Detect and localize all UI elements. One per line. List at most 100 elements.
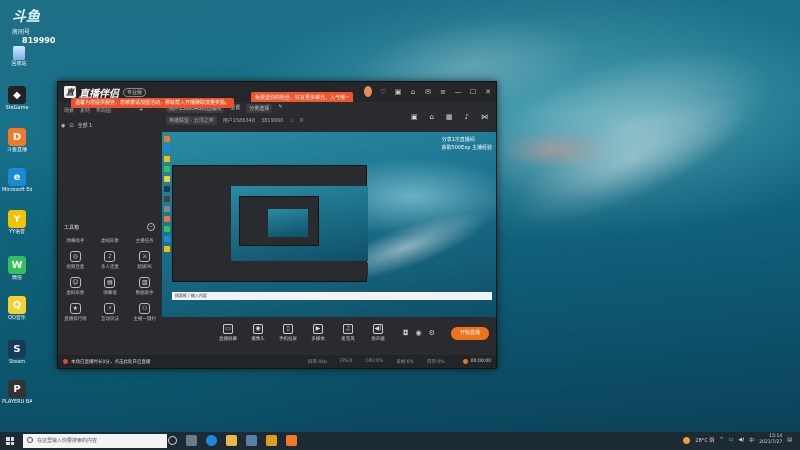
toolbox-item-label: 虚拟形象 xyxy=(66,291,85,296)
source-tool-button[interactable]: ▭ 直播屏幕 xyxy=(218,324,238,342)
douyu-logo-text: 斗鱼 xyxy=(12,9,40,25)
desktop-icon-label: YY语音 xyxy=(8,229,26,235)
toolbox-item[interactable]: ⚡ 互动玩法 xyxy=(93,303,128,322)
calendar-icon[interactable]: ▦ xyxy=(446,113,453,121)
toolbox-item-icon: ⚡ xyxy=(104,303,116,314)
recycle-bin-label: 回收站 xyxy=(11,61,27,67)
source-tool-button[interactable]: ◉ 摄像头 xyxy=(248,324,268,342)
toolbox-item-label: 弹幕助手 xyxy=(66,239,85,244)
toolbox-item[interactable]: 虚拟形象 xyxy=(93,236,128,244)
screenshot-icon[interactable]: ▣ xyxy=(411,113,418,121)
status-timer: 00:00:00 xyxy=(462,359,491,364)
toolbox-item-label: 超级PK xyxy=(137,265,152,270)
game-category[interactable]: 英雄联盟 · 云顶之弈 xyxy=(166,116,217,125)
status-warning[interactable]: 本场已直播时长0分，点击此处开启直播 xyxy=(63,359,150,365)
desktop-app-icon: Y xyxy=(8,210,26,228)
preview-nested-window xyxy=(172,165,368,282)
eye-icon[interactable]: ◉ xyxy=(416,329,422,337)
trash-icon xyxy=(13,46,25,60)
source-tool-button[interactable]: ◀) 扬声器 xyxy=(368,324,388,342)
source-toolbar: ▭ 直播屏幕 ◉ 摄像头 ▯ 手机投屏 ▶ 多媒体 ♫ 麦克风 ◀) 扬声器 xyxy=(218,324,388,342)
desktop-icon[interactable]: W 微信 xyxy=(2,256,32,281)
toolbox-item-label: 数据助手 xyxy=(135,291,154,296)
notice-banner[interactable]: 温馨为您提供服务，您被邀请加盟活动，那就帮入开播赚取流量奖励。 xyxy=(71,98,235,108)
windows-start-icon[interactable] xyxy=(6,437,14,445)
bell-icon[interactable]: ♪ xyxy=(465,113,469,121)
desktop-icon[interactable]: Q QQ音乐 xyxy=(2,296,32,321)
tab-scene[interactable]: 场景 xyxy=(64,107,74,114)
explorer-icon[interactable] xyxy=(226,435,237,446)
edge-icon[interactable] xyxy=(206,435,217,446)
share-icon[interactable]: ⋈ xyxy=(481,113,488,121)
desktop-icon[interactable]: S Steam xyxy=(2,340,32,365)
toolbox-item[interactable]: 主播任务 xyxy=(127,236,162,244)
desktop-icon[interactable]: D 斗鱼直播 xyxy=(2,128,32,153)
toolbox-item[interactable]: ⚇ 主播一键约 xyxy=(127,303,162,322)
heart-icon[interactable]: ♡ xyxy=(379,88,387,96)
toolbox-item[interactable]: ⚔ 超级PK xyxy=(127,251,162,270)
toolbox-item[interactable]: ▥ 数据助手 xyxy=(127,277,162,296)
desktop-app-icon: Q xyxy=(8,296,26,314)
minimize-icon[interactable]: — xyxy=(454,88,462,96)
edit-icon[interactable]: ✎ xyxy=(278,104,282,113)
tab-layout[interactable]: 布局图 xyxy=(96,107,111,114)
menu-icon[interactable]: ≡ xyxy=(439,88,447,96)
app-icon[interactable] xyxy=(266,435,277,446)
live-task-line2: 获取500Exp 主播经验 xyxy=(441,145,492,151)
bag-icon[interactable]: ⌂ xyxy=(429,113,433,121)
source-tool-button[interactable]: ♫ 麦克风 xyxy=(338,324,358,342)
toolbox-item[interactable]: ◎ 视频连麦 xyxy=(58,251,93,270)
live-preview[interactable]: 分享1次直播间 获取500Exp 主播经验 搜索框 / 输入内容 xyxy=(162,132,496,317)
toolbox-item[interactable]: ★ 直播排行榜 xyxy=(58,303,93,322)
douyu-taskbar-icon[interactable] xyxy=(286,435,297,446)
desktop-icon[interactable]: eMicrosoft Edge xyxy=(2,168,32,193)
notification-icon[interactable]: ▤ xyxy=(787,437,792,443)
grid-icon[interactable] xyxy=(186,435,197,446)
toolbox-item[interactable]: ♪ 多人连麦 xyxy=(93,251,128,270)
recycle-bin-icon[interactable]: 回收站 xyxy=(8,46,30,67)
start-live-button[interactable]: 开始直播 xyxy=(451,327,489,340)
window-controls: ♡ ▣ ⌂ ✉ ≡ — ☐ ✕ xyxy=(364,86,492,97)
maximize-icon[interactable]: ☐ xyxy=(469,88,477,96)
timer-text: 00:00:00 xyxy=(470,359,491,364)
store-icon[interactable] xyxy=(246,435,257,446)
ime-indicator[interactable]: 中 xyxy=(749,437,754,444)
toolbox-item[interactable]: 弹幕助手 xyxy=(58,236,93,244)
settings-icon[interactable]: ⚙ xyxy=(429,329,435,337)
gift-icon[interactable]: ▣ xyxy=(394,88,402,96)
shirt-icon[interactable]: ⌂ xyxy=(409,88,417,96)
volume-icon[interactable]: ◀) xyxy=(738,437,744,443)
lock-icon[interactable]: ⊡ xyxy=(69,123,73,129)
add-scene-icon[interactable]: + xyxy=(139,107,143,114)
source-tool-icon: ◀) xyxy=(373,324,383,334)
close-icon[interactable]: ✕ xyxy=(484,88,492,96)
clock[interactable]: 15:14 2021/7/27 xyxy=(759,434,782,446)
scene-label[interactable]: 全部 1 xyxy=(78,122,93,129)
user-name: 用户1586348 xyxy=(222,118,256,124)
desktop-icon[interactable]: PPLAYERU BATTLEGR... xyxy=(2,380,32,405)
toolbox-item[interactable]: ☺ 虚拟形象 xyxy=(58,277,93,296)
desktop-icon[interactable]: ◆ SteGame xyxy=(2,86,32,111)
mail-icon[interactable]: ✉ xyxy=(424,88,432,96)
hot-count: 0 xyxy=(299,117,304,124)
toolbox-item[interactable]: ▤ 弹幕墙 xyxy=(93,277,128,296)
toolbox-collapse-icon[interactable]: − xyxy=(147,223,155,231)
douyu-desktop-logo: 斗鱼 房间号 819990 xyxy=(12,6,58,45)
search-icon xyxy=(27,437,33,443)
weather-text[interactable]: 28°C 阴 xyxy=(695,437,714,444)
toolbox-item-icon: ◎ xyxy=(69,251,81,262)
source-tool-button[interactable]: ▶ 多媒体 xyxy=(308,324,328,342)
taskbar-search-input[interactable]: 在这里输入你要搜索的内容 xyxy=(23,434,167,448)
desktop-icon[interactable]: Y YY语音 xyxy=(2,210,32,235)
source-tool-button[interactable]: ▯ 手机投屏 xyxy=(278,324,298,342)
eye-icon[interactable]: ◉ xyxy=(61,123,65,129)
task-view-icon[interactable] xyxy=(168,436,177,445)
network-icon[interactable]: ▭ xyxy=(729,437,734,443)
chevron-up-icon[interactable]: ^ xyxy=(719,437,723,443)
tab-material[interactable]: 素材 xyxy=(80,107,90,114)
camera-icon[interactable]: ◘ xyxy=(403,329,409,337)
category-select[interactable]: 分类选择 xyxy=(246,104,273,113)
preview-nested-preview-2 xyxy=(268,209,308,237)
user-avatar[interactable] xyxy=(364,86,372,97)
taskbar-search-placeholder: 在这里输入你要搜索的内容 xyxy=(37,438,98,444)
